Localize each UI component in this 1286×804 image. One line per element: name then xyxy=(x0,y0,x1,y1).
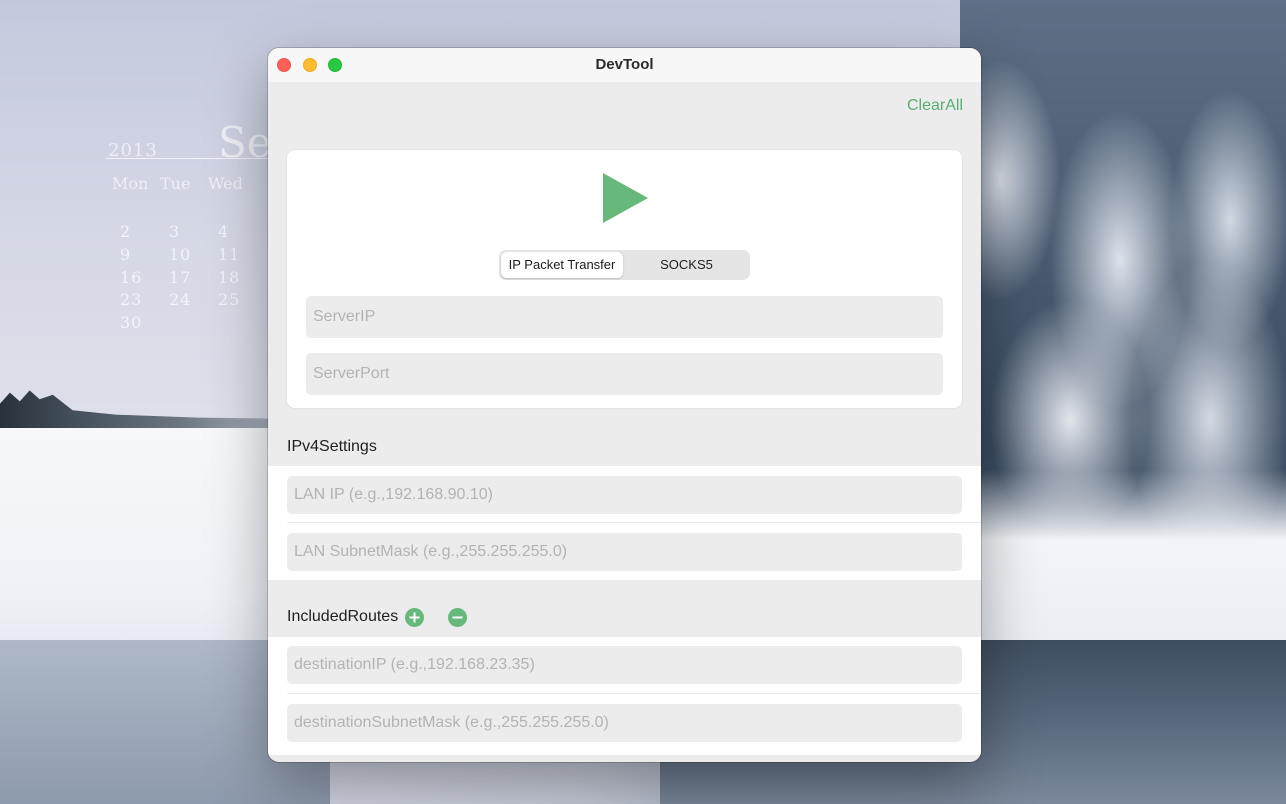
calendar-day: 25 xyxy=(218,290,241,309)
desktop-calendar-widget: Se 2013 Mon Tue Wed 234 9 10 11 16 17 18 23 24 2… xyxy=(106,118,286,348)
calendar-day: 4 xyxy=(218,222,230,241)
calendar-weekdays: Mon Tue Wed xyxy=(112,174,256,193)
calendar-week-row: 23 24 25 xyxy=(120,290,267,309)
included-routes-heading: IncludedRoutes xyxy=(287,608,399,625)
remove-route-button[interactable] xyxy=(448,608,467,627)
lan-ip-input[interactable] xyxy=(287,476,962,514)
minus-circle-icon xyxy=(452,616,463,619)
calendar-day: 11 xyxy=(218,245,241,264)
calendar-day: 3 xyxy=(169,222,181,241)
clear-all-button[interactable]: ClearAll xyxy=(907,97,963,115)
mode-segmented-control: IP Packet Transfer SOCKS5 xyxy=(499,250,750,280)
calendar-day: 9 xyxy=(120,245,132,264)
destination-subnet-mask-input[interactable] xyxy=(287,704,962,742)
server-ip-input[interactable] xyxy=(306,296,943,338)
calendar-day: 16 xyxy=(120,268,143,287)
calendar-day: 30 xyxy=(120,313,143,332)
calendar-week-row: 9 10 11 xyxy=(120,245,267,264)
plus-circle-icon xyxy=(409,612,420,623)
tab-ip-packet-transfer[interactable]: IP Packet Transfer xyxy=(501,252,623,278)
devtool-window: DevTool ClearAll IP Packet Transfer SOCK… xyxy=(268,48,981,762)
calendar-day: 2 xyxy=(120,222,132,241)
calendar-week-row: 2 3 4 xyxy=(120,222,267,241)
calendar-month: Se xyxy=(218,118,272,167)
title-bar[interactable]: DevTool xyxy=(268,48,981,82)
connection-card: IP Packet Transfer SOCKS5 xyxy=(287,150,962,408)
calendar-weekday: Wed xyxy=(208,174,243,193)
calendar-day: 23 xyxy=(120,290,143,309)
tab-socks5[interactable]: SOCKS5 xyxy=(625,252,748,278)
lan-subnet-mask-input[interactable] xyxy=(287,533,962,571)
play-icon xyxy=(603,173,648,223)
included-routes-group xyxy=(268,637,981,755)
calendar-weekday: Tue xyxy=(160,174,191,193)
calendar-day: 18 xyxy=(218,268,241,287)
row-divider xyxy=(287,522,981,523)
calendar-divider xyxy=(106,158,281,159)
destination-ip-input[interactable] xyxy=(287,646,962,684)
calendar-week-row: 30 xyxy=(120,313,169,332)
calendar-weekday: Mon xyxy=(112,174,149,193)
row-divider xyxy=(287,693,981,694)
play-button[interactable] xyxy=(603,173,648,223)
calendar-week-row: 16 17 18 xyxy=(120,268,267,287)
server-port-input[interactable] xyxy=(306,353,943,395)
window-title: DevTool xyxy=(595,56,654,73)
add-route-button[interactable] xyxy=(405,608,424,627)
calendar-day: 17 xyxy=(169,268,192,287)
ipv4-settings-heading: IPv4Settings xyxy=(287,438,377,455)
ipv4-settings-group xyxy=(268,466,981,580)
calendar-day: 24 xyxy=(169,290,192,309)
calendar-day: 10 xyxy=(169,245,192,264)
